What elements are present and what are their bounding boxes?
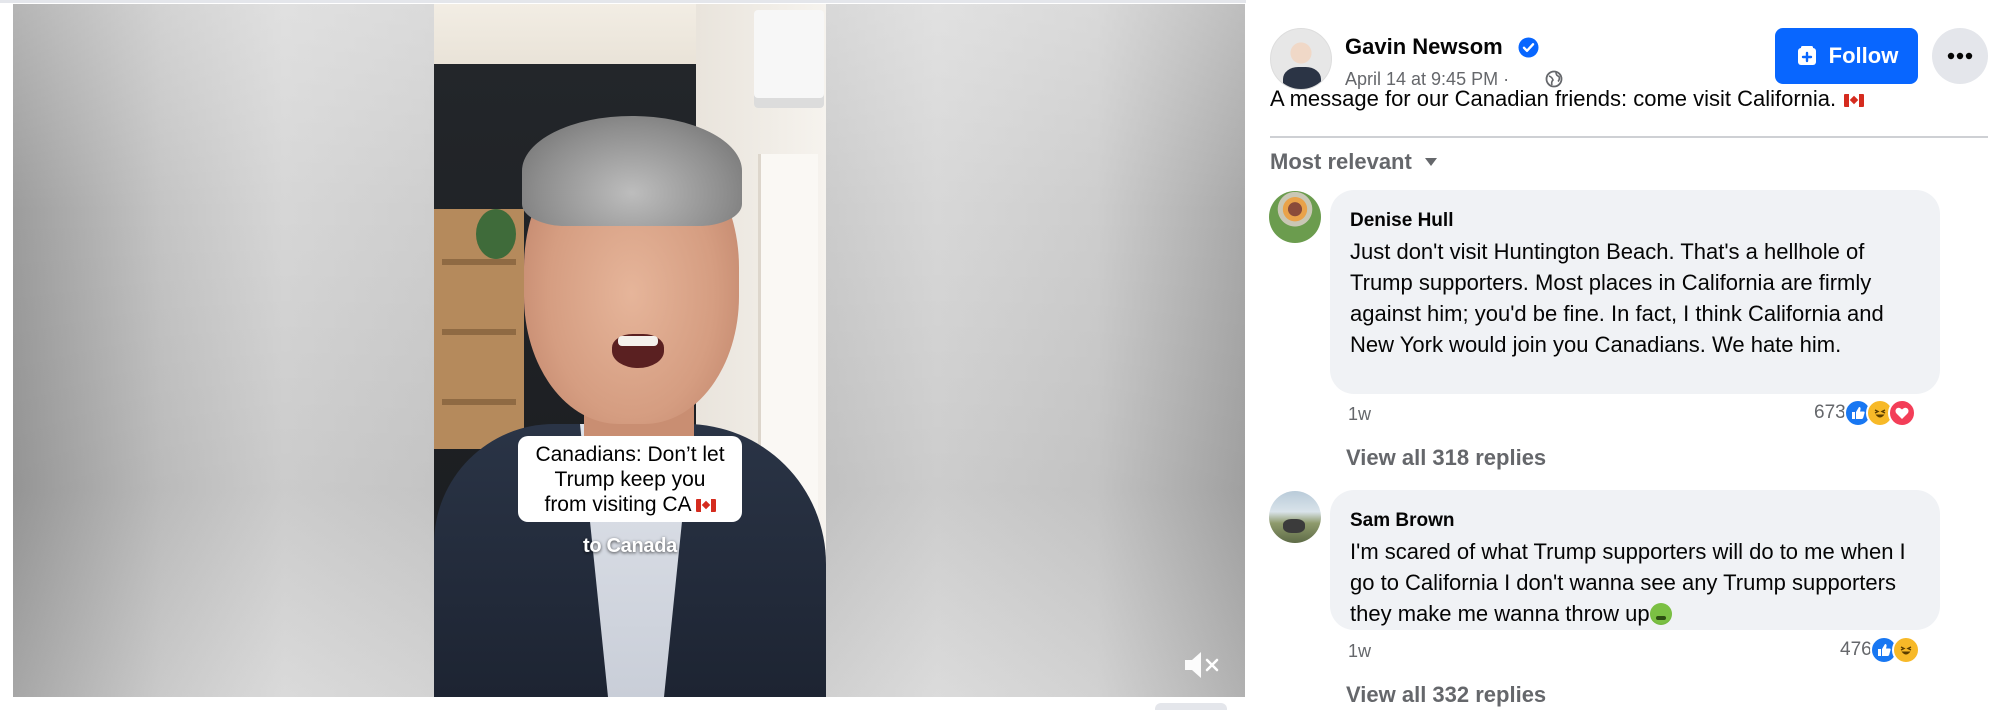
reaction-count: 673 xyxy=(1814,402,1846,423)
video-plant xyxy=(476,209,516,259)
sort-label: Most relevant xyxy=(1270,149,1412,174)
reaction-count: 476 xyxy=(1840,639,1872,660)
add-page-icon xyxy=(1797,46,1816,65)
comment-time[interactable]: 1w xyxy=(1348,641,1371,662)
canada-flag-icon xyxy=(695,498,716,512)
comment-reactions[interactable]: 673 xyxy=(1814,399,1916,427)
author-name[interactable]: Gavin Newsom xyxy=(1345,34,1503,60)
video-frame[interactable]: Canadians: Don’t let Trump keep you from… xyxy=(434,4,826,697)
comment-text-wrap: I'm scared of what Trump supporters will… xyxy=(1350,536,1920,629)
video-mouth xyxy=(612,334,664,368)
divider xyxy=(1270,136,1988,138)
video-player[interactable]: Canadians: Don’t let Trump keep you from… xyxy=(13,4,1245,697)
view-replies-link[interactable]: View all 318 replies xyxy=(1346,445,1546,471)
comment-time[interactable]: 1w xyxy=(1348,404,1371,425)
follow-label: Follow xyxy=(1828,43,1899,68)
video-subtitle: to Canada xyxy=(583,535,677,557)
volume-muted-icon[interactable] xyxy=(1181,648,1221,682)
comment-text: Just don't visit Huntington Beach. That'… xyxy=(1350,239,1884,357)
canada-flag-icon xyxy=(1844,94,1865,107)
author-avatar[interactable] xyxy=(1270,28,1332,90)
caret-down-icon xyxy=(1424,158,1437,166)
comment-bubble: Denise Hull Just don't visit Huntington … xyxy=(1330,190,1940,394)
love-reaction-icon xyxy=(1887,399,1916,427)
video-caption: Canadians: Don’t let Trump keep you from… xyxy=(518,436,742,522)
caption-line-3: from visiting CA xyxy=(544,492,692,516)
caption-line-3-wrap: from visiting CA xyxy=(544,492,716,517)
view-replies-link[interactable]: View all 332 replies xyxy=(1346,682,1546,708)
caption-line-2: Trump keep you xyxy=(554,467,706,491)
commenter-avatar[interactable] xyxy=(1269,491,1321,543)
follow-button[interactable]: Follow xyxy=(1775,28,1918,84)
post-text: A message for our Canadian friends: come… xyxy=(1270,86,1837,111)
comment-bubble: Sam Brown I'm scared of what Trump suppo… xyxy=(1330,490,1940,630)
haha-reaction-icon xyxy=(1891,636,1920,664)
more-horizontal-icon xyxy=(1947,52,1973,60)
caption-line-1: Canadians: Don’t let xyxy=(535,442,725,466)
comment-reactions[interactable]: 476 xyxy=(1840,636,1920,664)
verified-badge-icon xyxy=(1518,37,1539,58)
more-options-button[interactable] xyxy=(1932,28,1988,84)
nauseated-emoji-icon xyxy=(1649,603,1672,625)
comment-author[interactable]: Sam Brown xyxy=(1350,510,1920,532)
video-hair xyxy=(522,116,742,226)
commenter-avatar[interactable] xyxy=(1269,191,1321,243)
comment-sort-dropdown[interactable]: Most relevant xyxy=(1270,149,1438,175)
comment-author[interactable]: Denise Hull xyxy=(1350,210,1920,232)
scroll-hint xyxy=(1155,703,1227,710)
video-air-conditioner xyxy=(754,10,824,108)
comment-text: I'm scared of what Trump supporters will… xyxy=(1350,539,1906,626)
post-text-row: A message for our Canadian friends: come… xyxy=(1270,86,1865,112)
